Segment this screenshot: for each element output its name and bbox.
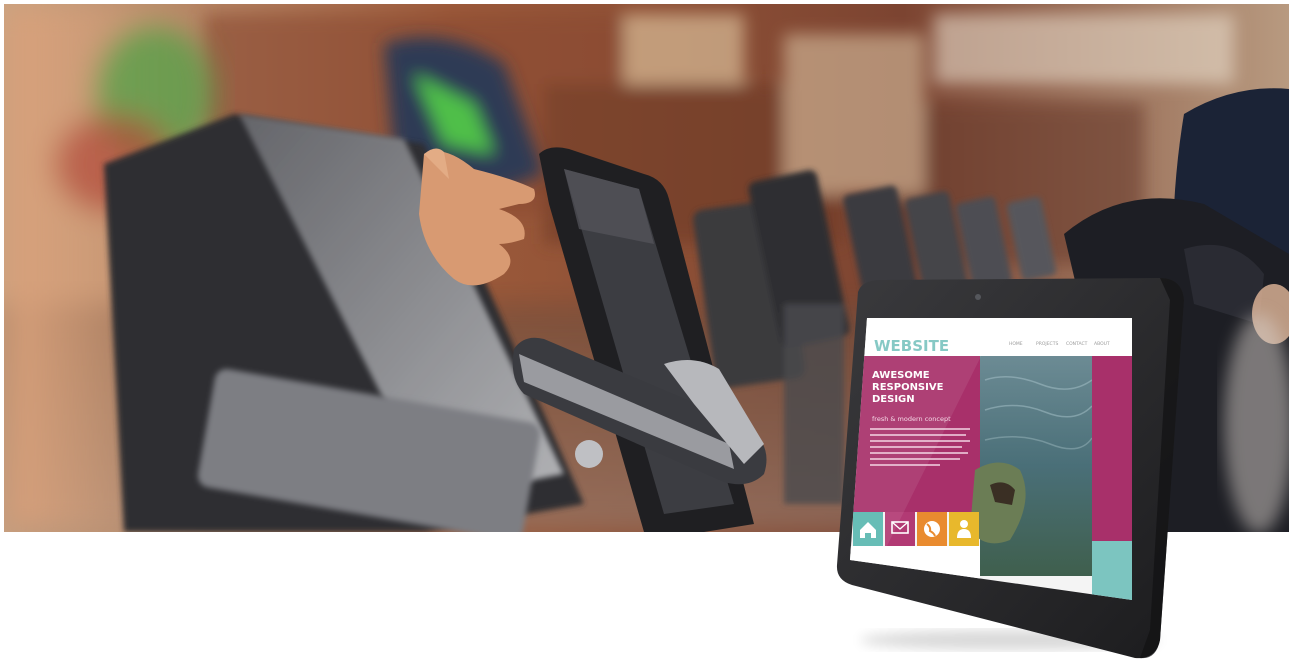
kiosk-scene	[4, 4, 1289, 532]
hero-photo	[4, 4, 1289, 532]
